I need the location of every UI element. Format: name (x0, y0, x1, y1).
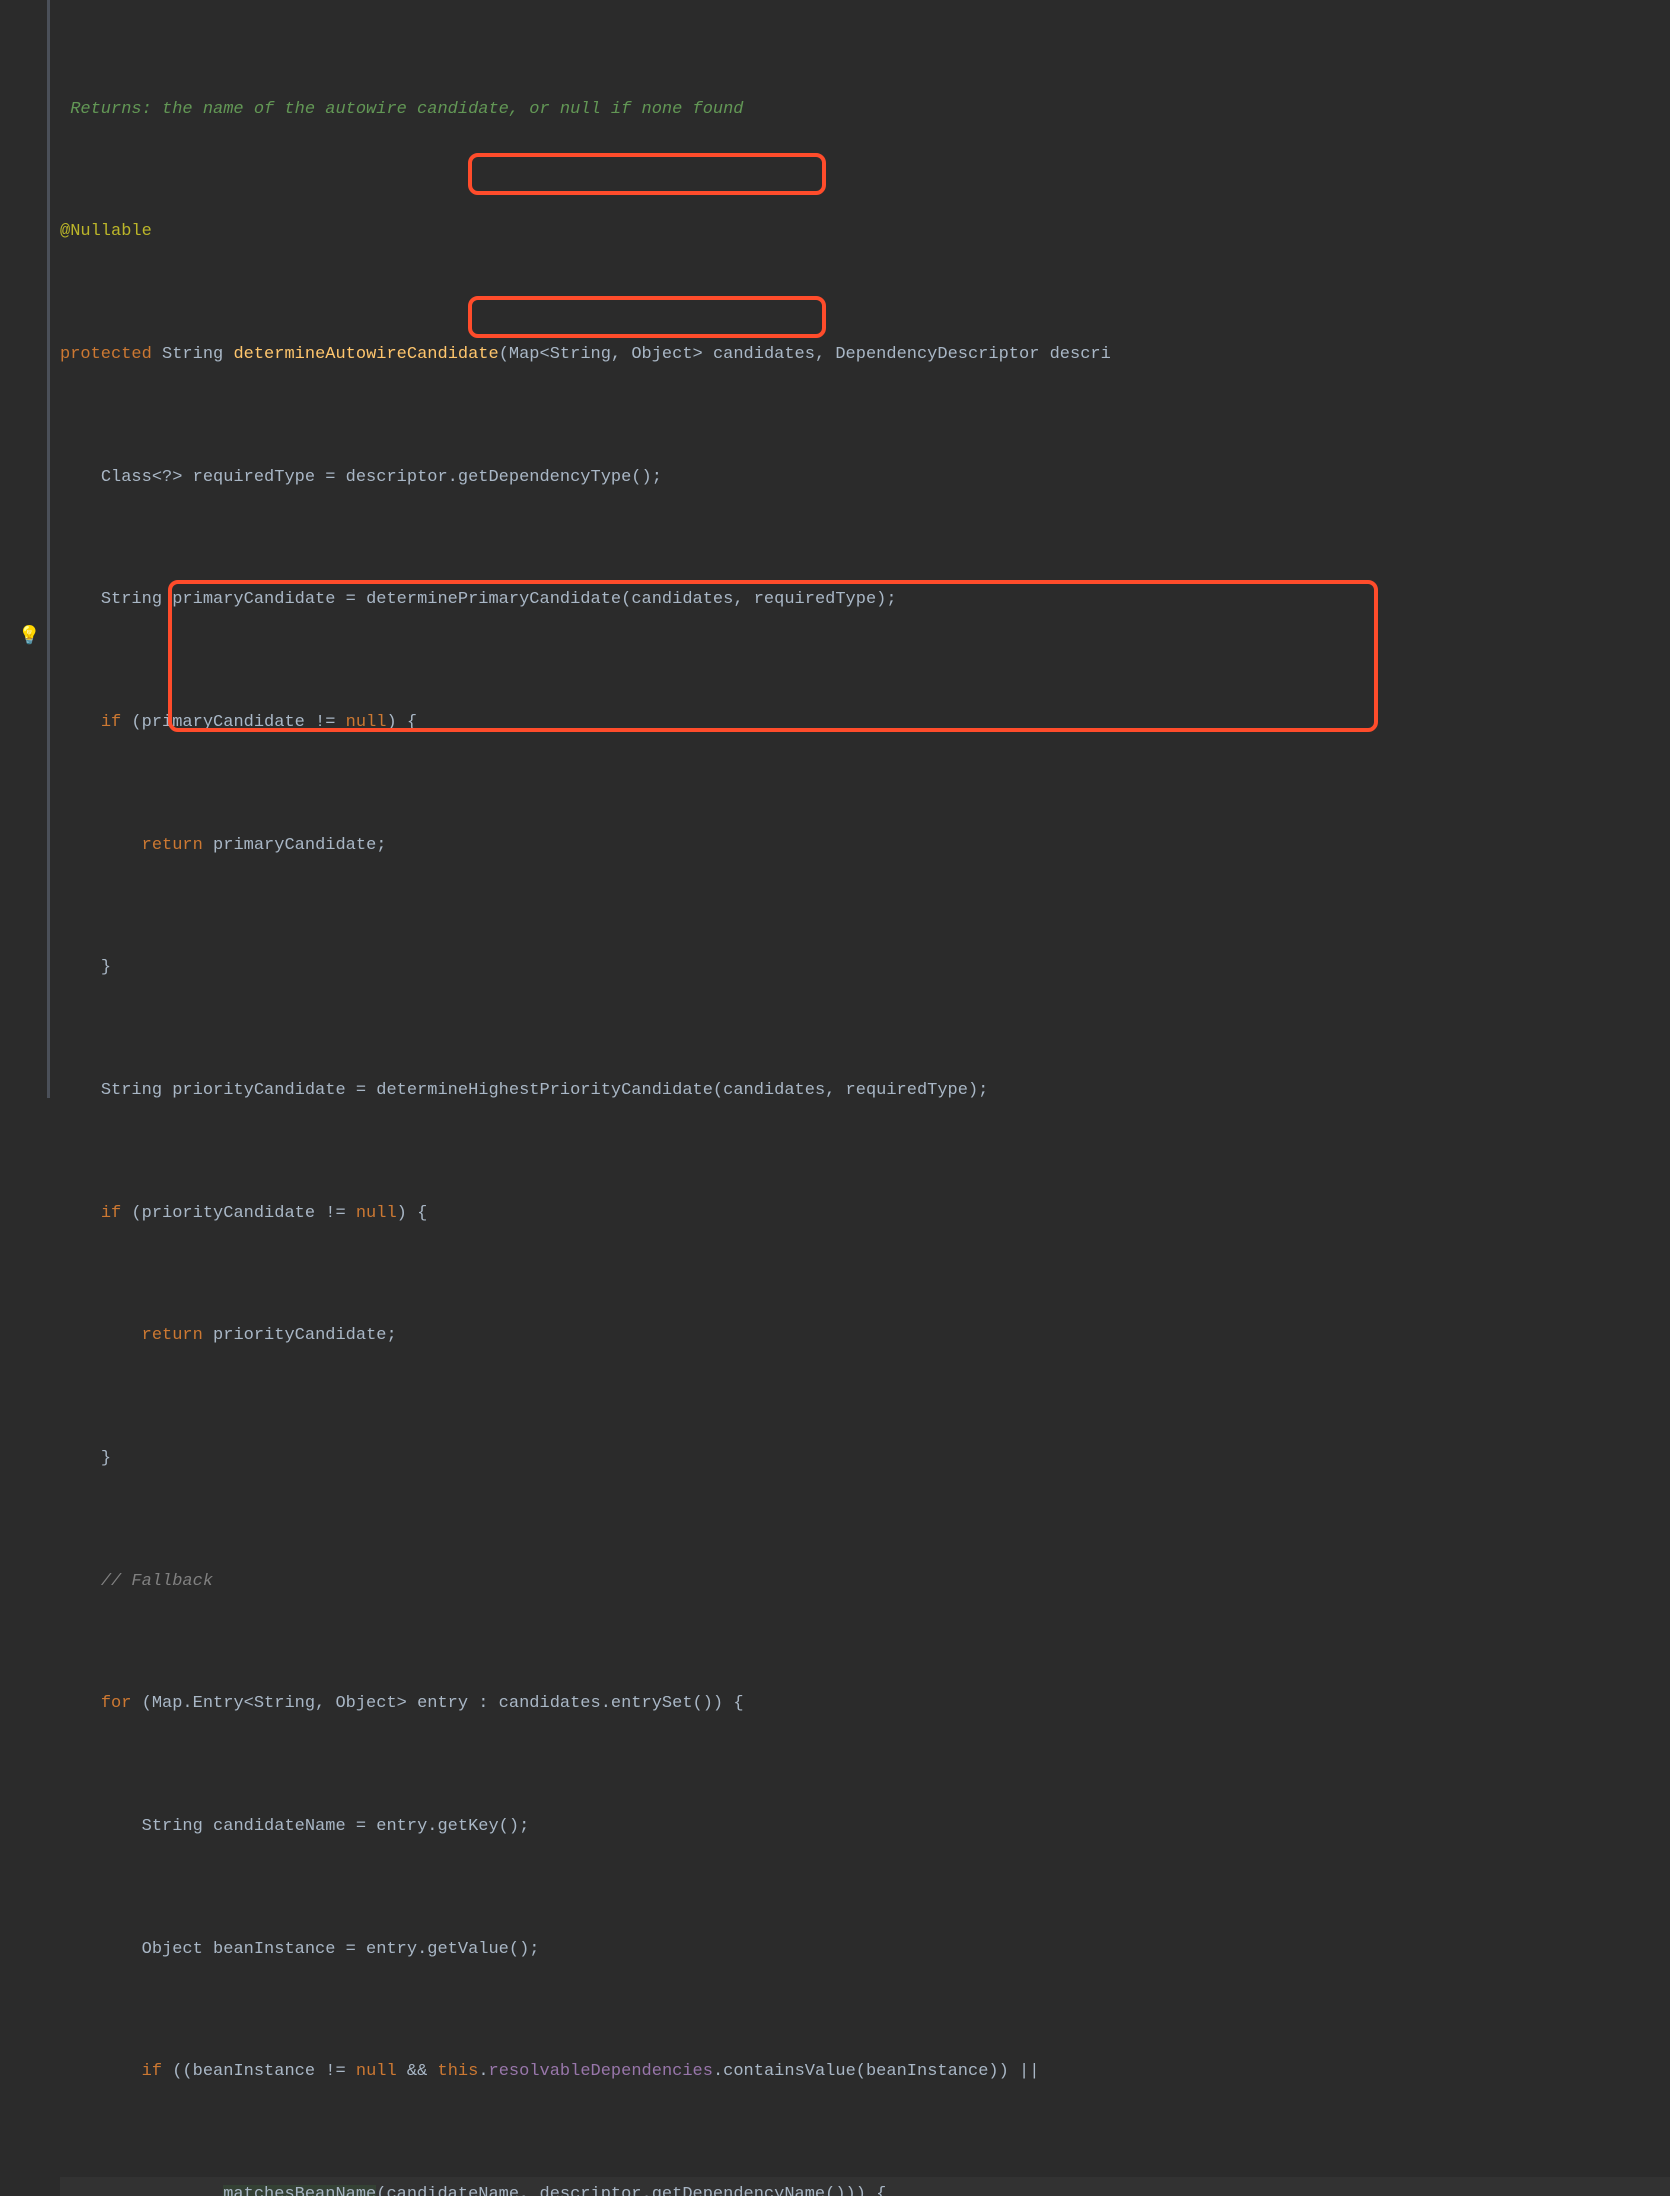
code-text: (Map.Entry<String, Object> entry : candi… (142, 1694, 744, 1713)
code-text: String priorityCandidate = (101, 1081, 376, 1100)
code-line[interactable]: String candidateName = entry.getKey(); (60, 1809, 1670, 1845)
keyword: if (101, 713, 132, 732)
params: (Map<String, Object> candidates, Depende… (499, 345, 1111, 364)
code-line-caret[interactable]: matchesBeanName(candidateName, descripto… (60, 2177, 1670, 2196)
code-text: ) { (397, 1204, 428, 1223)
code-line[interactable]: for (Map.Entry<String, Object> entry : c… (60, 1686, 1670, 1722)
highlighted-usage: matchesBeanName (223, 2185, 376, 2196)
keyword: if (142, 2062, 173, 2081)
editor-gutter: 💡 (0, 0, 50, 1098)
code-line[interactable]: // Fallback (60, 1564, 1670, 1600)
code-line[interactable]: if ((beanInstance != null && this.resolv… (60, 2054, 1670, 2090)
method-declaration: determineAutowireCandidate (233, 345, 498, 364)
code-line[interactable]: if (priorityCandidate != null) { (60, 1196, 1670, 1232)
keyword: return (142, 1326, 213, 1345)
keyword: if (101, 1204, 132, 1223)
code-text: (candidateName, descriptor.getDependency… (376, 2185, 886, 2196)
code-text: ((beanInstance != (172, 2062, 356, 2081)
method-call: determinePrimaryCandidate( (366, 590, 631, 609)
code-text: (priorityCandidate != (131, 1204, 355, 1223)
code-text: String candidateName = entry.getKey(); (142, 1817, 530, 1836)
keyword: protected (60, 345, 162, 364)
code-line[interactable]: String priorityCandidate = determineHigh… (60, 1073, 1670, 1109)
code-text: priorityCandidate; (213, 1326, 397, 1345)
annotation-highlight-box (468, 296, 826, 338)
dot: . (478, 2062, 488, 2081)
code-text: ) { (386, 713, 417, 732)
code-text: Class<?> requiredType = descriptor.getDe… (101, 468, 662, 487)
code-area[interactable]: Returns: the name of the autowire candid… (50, 0, 1670, 1098)
code-line[interactable]: @Nullable (60, 214, 1670, 250)
brace: } (101, 958, 111, 977)
code-line[interactable]: return priorityCandidate; (60, 1318, 1670, 1354)
null-literal: null (356, 2062, 397, 2081)
method-call: determineHighestPriorityCandidate (376, 1081, 713, 1100)
code-line[interactable]: String primaryCandidate = determinePrima… (60, 582, 1670, 618)
code-line[interactable]: Class<?> requiredType = descriptor.getDe… (60, 460, 1670, 496)
code-line[interactable]: Returns: the name of the autowire candid… (60, 92, 1670, 128)
code-text: primaryCandidate; (213, 836, 386, 855)
code-line[interactable]: Object beanInstance = entry.getValue(); (60, 1932, 1670, 1968)
field-ref: resolvableDependencies (489, 2062, 713, 2081)
null-literal: null (346, 713, 387, 732)
code-line[interactable]: } (60, 950, 1670, 986)
annotation-highlight-box (468, 153, 826, 195)
code-text: (candidates, requiredType); (713, 1081, 988, 1100)
brace: } (101, 1449, 111, 1468)
javadoc-text: Returns: the name of the autowire candid… (60, 100, 744, 119)
code-text: (primaryCandidate != (131, 713, 345, 732)
code-editor[interactable]: 💡 Returns: the name of the autowire cand… (0, 0, 1670, 1098)
null-literal: null (356, 1204, 397, 1223)
code-line[interactable]: protected String determineAutowireCandid… (60, 337, 1670, 373)
code-line[interactable]: } (60, 1441, 1670, 1477)
intention-bulb-icon[interactable]: 💡 (18, 622, 40, 653)
this-keyword: this (438, 2062, 479, 2081)
code-text: && (397, 2062, 438, 2081)
code-text: .containsValue(beanInstance)) || (713, 2062, 1039, 2081)
code-line[interactable]: if (primaryCandidate != null) { (60, 705, 1670, 741)
keyword: for (101, 1694, 142, 1713)
code-text: Object beanInstance = entry.getValue(); (142, 1940, 540, 1959)
code-text: candidates, requiredType); (631, 590, 896, 609)
code-text: String primaryCandidate = (101, 590, 366, 609)
type: String (162, 345, 233, 364)
annotation: @Nullable (60, 222, 152, 241)
keyword: return (142, 836, 213, 855)
code-line[interactable]: return primaryCandidate; (60, 828, 1670, 864)
comment: // Fallback (101, 1572, 213, 1591)
